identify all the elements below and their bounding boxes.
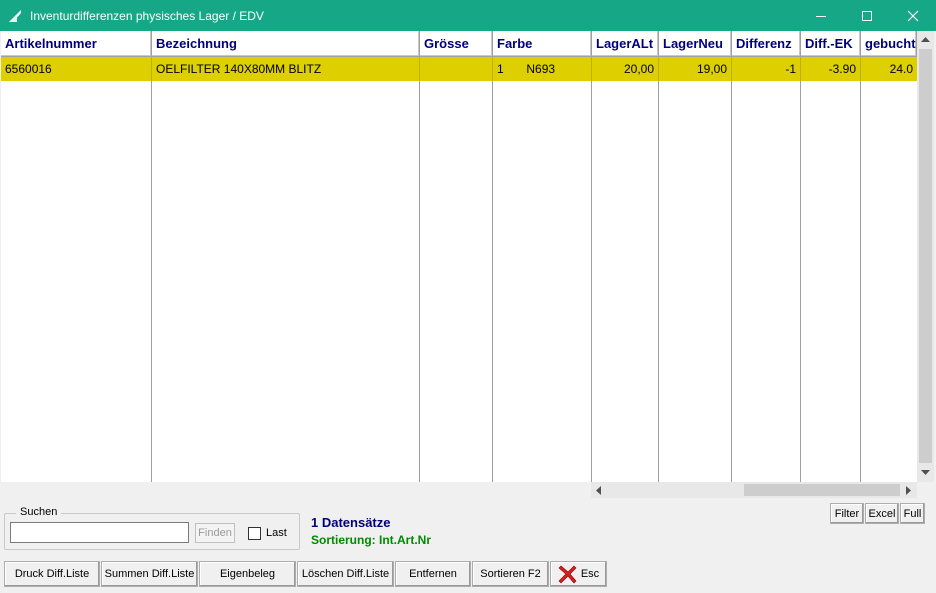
- arrow-right-icon: [906, 485, 911, 495]
- loeschen-diff-liste-button[interactable]: Löschen Diff.Liste: [297, 561, 394, 587]
- vertical-scroll-thumb[interactable]: [919, 49, 932, 463]
- column-divider: [800, 57, 801, 482]
- window-title: Inventurdifferenzen physisches Lager / E…: [30, 9, 264, 23]
- eigenbeleg-button[interactable]: Eigenbeleg: [199, 561, 296, 587]
- column-header-lager-neu[interactable]: LagerNeu: [659, 31, 732, 57]
- cell-farbe: 1 N693: [493, 57, 592, 81]
- vertical-scrollbar[interactable]: [917, 31, 934, 482]
- close-icon: [907, 10, 919, 21]
- farbe-name: N693: [526, 62, 556, 76]
- farbe-code: 1: [497, 62, 504, 76]
- inventory-diff-grid[interactable]: Artikelnummer Bezeichnung Grösse Farbe L…: [1, 31, 917, 482]
- cell-lager-neu: 19,00: [659, 57, 732, 81]
- grid-header: Artikelnummer Bezeichnung Grösse Farbe L…: [1, 31, 917, 57]
- maximize-icon: [862, 10, 872, 21]
- summen-diff-liste-button[interactable]: Summen Diff.Liste: [101, 561, 198, 587]
- column-header-bezeichnung[interactable]: Bezeichnung: [152, 31, 420, 57]
- scroll-down-button[interactable]: [917, 464, 934, 481]
- horizontal-scroll-thumb[interactable]: [744, 484, 900, 496]
- cell-diff-ek: -3.90: [801, 57, 861, 81]
- scroll-up-button[interactable]: [917, 31, 934, 48]
- cell-gebucht: 24.0: [889, 62, 913, 76]
- cell-differenz: -1: [732, 57, 801, 81]
- column-divider: [419, 57, 420, 482]
- last-checkbox[interactable]: [248, 527, 261, 540]
- cell-bezeichnung: OELFILTER 140X80MM BLITZ: [152, 57, 420, 81]
- title-bar: Inventurdifferenzen physisches Lager / E…: [0, 0, 936, 31]
- column-divider: [492, 57, 493, 482]
- column-divider: [658, 57, 659, 482]
- column-header-farbe[interactable]: Farbe: [493, 31, 592, 57]
- column-header-groesse[interactable]: Grösse: [420, 31, 493, 57]
- minimize-icon: [816, 15, 826, 17]
- scroll-left-button[interactable]: [591, 482, 607, 498]
- app-icon: [8, 9, 22, 23]
- scroll-right-button[interactable]: [901, 482, 917, 498]
- table-row[interactable]: 6560016 OELFILTER 140X80MM BLITZ 1 N693 …: [1, 57, 917, 81]
- search-input[interactable]: [10, 522, 189, 543]
- full-button[interactable]: Full: [900, 503, 925, 524]
- minimize-button[interactable]: [798, 0, 844, 31]
- cell-artikelnummer: 6560016: [1, 57, 152, 81]
- column-header-differenz[interactable]: Differenz: [732, 31, 801, 57]
- cell-groesse: [420, 57, 493, 81]
- find-button[interactable]: Finden: [195, 523, 235, 543]
- last-checkbox-label: Last: [266, 527, 287, 539]
- column-header-lager-alt[interactable]: LagerALt: [592, 31, 659, 57]
- arrow-down-icon: [921, 469, 930, 475]
- filter-button[interactable]: Filter: [830, 503, 864, 524]
- column-header-diff-ek[interactable]: Diff.-EK: [801, 31, 861, 57]
- column-header-gebucht[interactable]: gebucht: [861, 31, 917, 57]
- esc-button[interactable]: Esc: [550, 561, 607, 587]
- sort-status: Sortierung: Int.Art.Nr: [311, 533, 431, 547]
- arrow-left-icon: [596, 485, 601, 495]
- column-header-artikelnummer[interactable]: Artikelnummer: [1, 31, 152, 57]
- esc-label: Esc: [580, 568, 600, 580]
- close-button[interactable]: [890, 0, 936, 31]
- entfernen-button[interactable]: Entfernen: [395, 561, 471, 587]
- arrow-up-icon: [921, 36, 930, 42]
- druck-diff-liste-button[interactable]: Druck Diff.Liste: [4, 561, 100, 587]
- cell-lager-alt: 20,00: [592, 57, 659, 81]
- excel-button[interactable]: Excel: [865, 503, 899, 524]
- column-divider: [591, 57, 592, 482]
- close-x-icon: [558, 564, 578, 584]
- record-count: 1 Datensätze: [311, 515, 391, 530]
- column-divider: [151, 57, 152, 482]
- sortieren-button[interactable]: Sortieren F2: [472, 561, 549, 587]
- search-group-label: Suchen: [16, 506, 62, 518]
- column-divider: [731, 57, 732, 482]
- maximize-button[interactable]: [844, 0, 890, 31]
- horizontal-scrollbar[interactable]: [591, 482, 917, 498]
- column-divider: [860, 57, 861, 482]
